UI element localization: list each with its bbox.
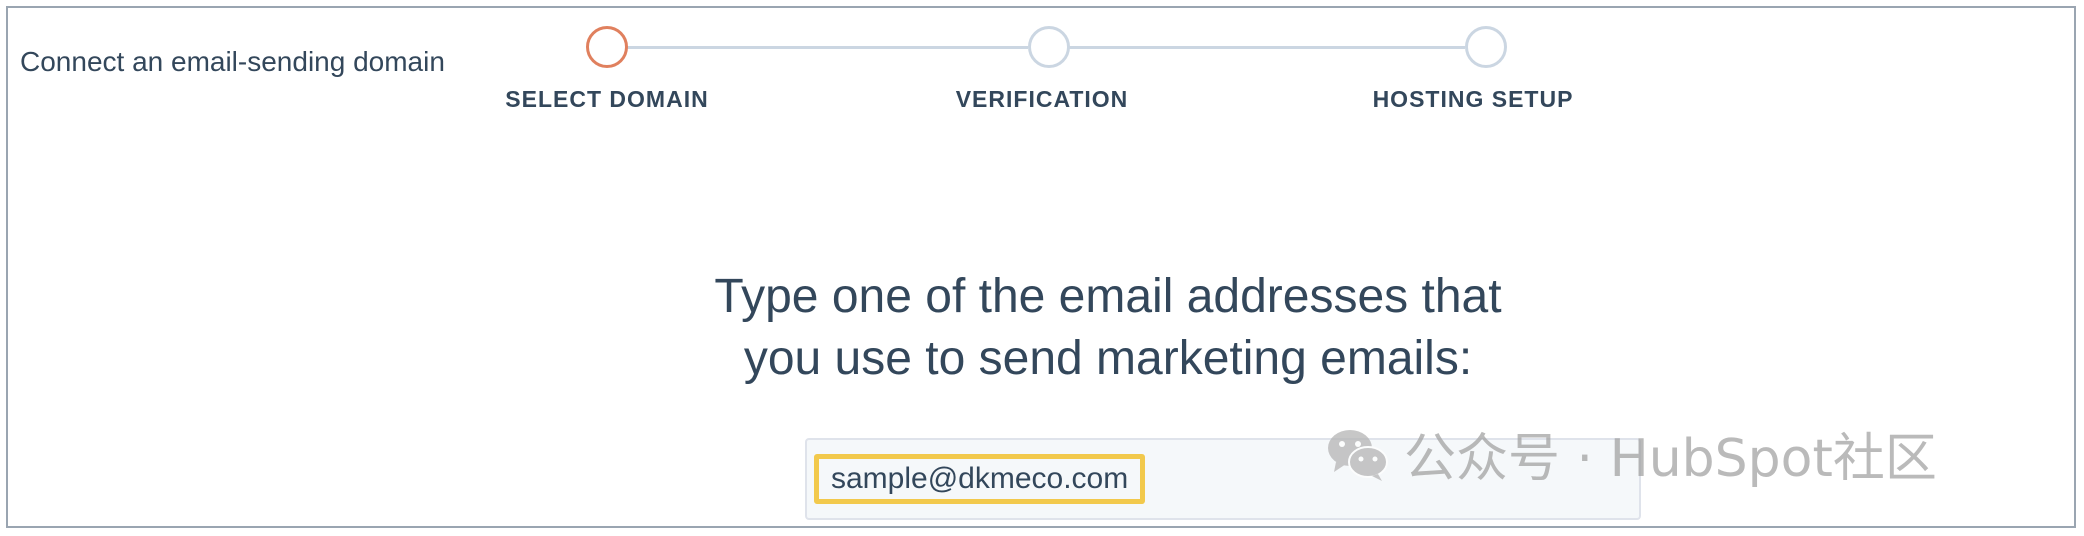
step-connector-1 xyxy=(626,46,1028,49)
step-2-indicator xyxy=(1028,26,1070,68)
instruction-line-2: you use to send marketing emails: xyxy=(743,332,1473,385)
instruction-line-1: Type one of the email addresses that xyxy=(714,270,1502,323)
dialog-frame: Connect an email-sending domain SELECT D… xyxy=(6,6,2076,528)
watermark-text: 公众号 · HubSpot社区 xyxy=(1404,429,1937,489)
step-label-select-domain: SELECT DOMAIN xyxy=(505,86,709,112)
page-title: Connect an email-sending domain xyxy=(20,46,445,77)
wechat-icon xyxy=(1328,429,1388,481)
step-3-indicator xyxy=(1465,26,1507,68)
instruction-heading: Type one of the email addresses that you… xyxy=(608,266,1608,390)
step-1-indicator xyxy=(586,26,628,68)
email-input-value[interactable]: sample@dkmeco.com xyxy=(814,454,1146,504)
step-label-verification: VERIFICATION xyxy=(955,86,1129,112)
watermark: 公众号 · HubSpot社区 xyxy=(1326,416,1937,491)
step-connector-2 xyxy=(1069,46,1465,49)
step-label-hosting-setup: HOSTING SETUP xyxy=(1372,86,1574,112)
